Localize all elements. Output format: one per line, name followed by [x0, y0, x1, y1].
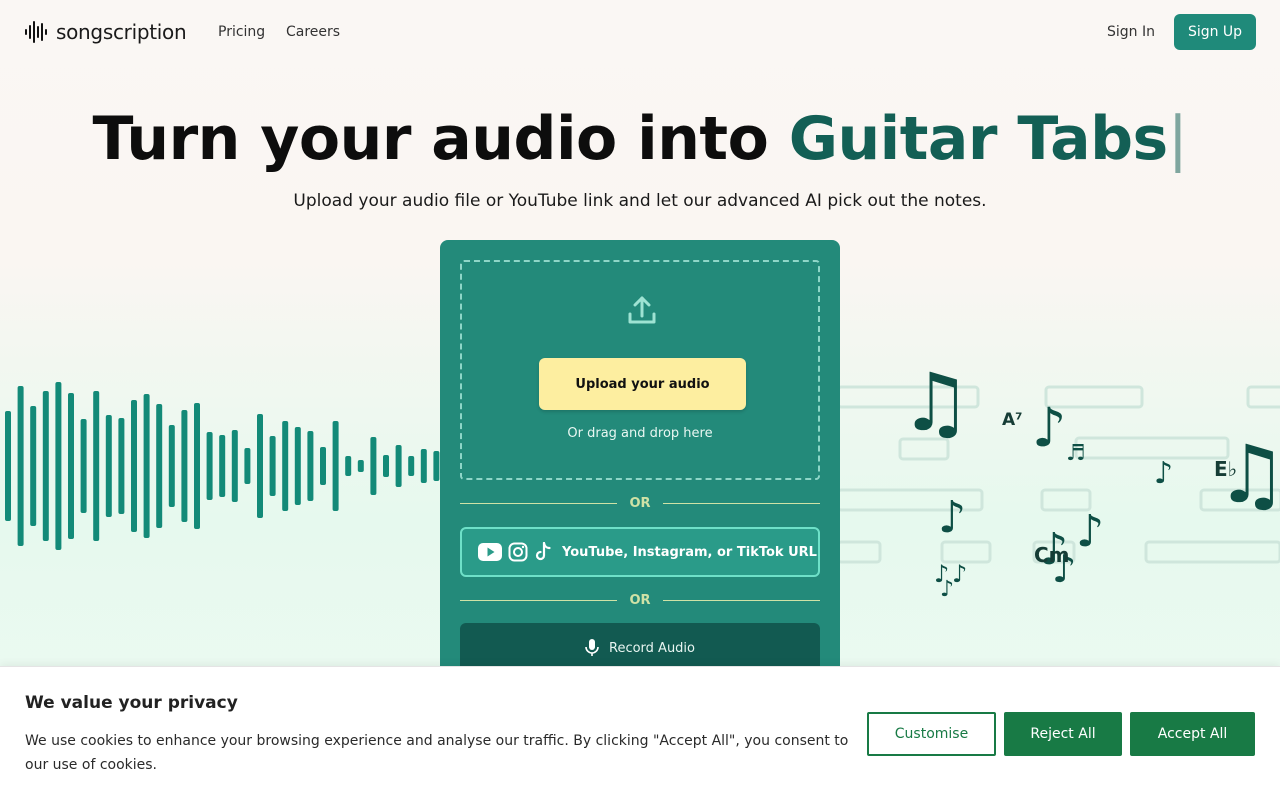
customise-button[interactable]: Customise — [867, 712, 996, 756]
typing-caret: | — [1167, 104, 1188, 174]
waveform-bar — [269, 436, 276, 496]
tab-bar-shape — [1074, 436, 1230, 460]
or-divider: OR — [460, 495, 820, 511]
waveform-bar — [168, 425, 175, 507]
waveform-bar — [383, 455, 389, 477]
cookie-consent-banner: We value your privacy We use cookies to … — [0, 666, 1280, 800]
or-label: OR — [629, 495, 651, 511]
waveform-bar — [320, 447, 326, 485]
instagram-icon — [508, 542, 528, 562]
waveform-bar — [345, 456, 352, 476]
tiktok-icon — [535, 542, 551, 561]
waveform-bar — [370, 437, 377, 495]
waveform-bar — [357, 460, 364, 472]
hero-title-main: Turn your audio into — [92, 104, 789, 174]
or-label: OR — [629, 592, 651, 608]
url-input[interactable]: YouTube, Instagram, or TikTok URL — [460, 527, 820, 577]
nav-link-pricing[interactable]: Pricing — [218, 24, 265, 40]
cookie-description: We use cookies to enhance your browsing … — [25, 733, 849, 773]
waveform-bar — [294, 427, 301, 505]
waveform-bar — [219, 435, 226, 497]
upload-icon — [628, 296, 656, 324]
waveform-bar — [55, 382, 62, 550]
chord-label: A⁷ — [1002, 410, 1023, 430]
music-notation-illustration: ♫ ♪ ♬ ♪ ♫ ♪ ♪ ♪ ♪ ♪ ♪ ♪ A⁷ E♭ Cm — [836, 356, 1280, 602]
eighth-note-icon: ♪ — [1032, 396, 1066, 459]
waveform-bar — [181, 410, 188, 522]
top-navigation: songscription Pricing Careers Sign In Si… — [0, 0, 1280, 64]
waveform-logo-icon — [25, 21, 47, 43]
eighth-note-icon: ♪ — [938, 492, 966, 543]
small-notes-icon: ♬ — [1066, 441, 1086, 466]
waveform-bar — [118, 418, 125, 514]
divider-line — [663, 599, 820, 601]
waveform-bar — [156, 404, 163, 528]
waveform-bar — [420, 449, 427, 483]
waveform-bar — [5, 411, 11, 521]
divider-line — [460, 599, 617, 601]
chord-label: E♭ — [1214, 457, 1237, 481]
divider-line — [460, 502, 617, 504]
youtube-icon — [478, 543, 502, 561]
waveform-bar — [68, 393, 74, 539]
waveform-bar — [282, 421, 289, 511]
eighth-note-icon: ♪ — [952, 560, 967, 588]
waveform-bar — [80, 419, 87, 513]
beamed-notes-icon: ♫ — [900, 356, 972, 449]
waveform-bar — [206, 432, 213, 500]
tab-bar-shape — [836, 540, 882, 564]
waveform-bar — [17, 386, 24, 546]
divider-line — [663, 502, 820, 504]
accept-all-button[interactable]: Accept All — [1130, 712, 1255, 756]
cookie-title: We value your privacy — [25, 693, 238, 713]
brand-logo[interactable]: songscription — [24, 20, 187, 44]
tab-bar-shape — [1144, 540, 1280, 564]
upload-audio-button[interactable]: Upload your audio — [539, 358, 746, 410]
eighth-note-icon: ♪ — [1154, 456, 1173, 491]
hero-title-accent: Guitar Tabs — [788, 104, 1169, 174]
waveform-bar — [231, 430, 238, 502]
waveform-bar — [131, 400, 137, 532]
waveform-bar — [307, 431, 314, 501]
eighth-note-icon: ♪ — [940, 577, 954, 602]
hero-subtitle: Upload your audio file or YouTube link a… — [293, 191, 987, 211]
or-divider: OR — [460, 592, 820, 608]
reject-all-button[interactable]: Reject All — [1004, 712, 1122, 756]
waveform-bar — [395, 445, 402, 487]
waveform-bar — [143, 394, 150, 538]
nav-link-careers[interactable]: Careers — [286, 24, 340, 40]
sign-in-link[interactable]: Sign In — [1107, 24, 1155, 40]
waveform-bar — [93, 391, 100, 541]
url-input-placeholder: YouTube, Instagram, or TikTok URL — [562, 544, 817, 560]
chord-label: Cm — [1034, 543, 1070, 567]
waveform-bar — [105, 415, 112, 517]
eighth-note-icon: ♪ — [1076, 506, 1104, 557]
waveform-bar — [257, 414, 263, 518]
sign-up-button[interactable]: Sign Up — [1174, 14, 1256, 50]
waveform-bar — [433, 451, 440, 481]
hero-title: Turn your audio into Guitar Tabs| — [0, 104, 1280, 174]
brand-name: songscription — [56, 20, 187, 44]
waveform-bar — [244, 448, 251, 484]
drop-zone[interactable]: Upload your audio Or drag and drop here — [460, 260, 820, 480]
tab-bar-shape — [1246, 385, 1280, 409]
waveform-bar — [408, 456, 415, 476]
waveform-bar — [30, 406, 37, 526]
waveform-bar — [194, 403, 200, 529]
drag-drop-hint: Or drag and drop here — [567, 426, 713, 441]
waveform-bar — [332, 421, 339, 511]
microphone-icon — [585, 639, 599, 656]
audio-waveform-illustration — [5, 382, 440, 550]
record-audio-label: Record Audio — [609, 640, 695, 656]
tab-bar-shape — [940, 540, 992, 564]
upload-card: Upload your audio Or drag and drop here … — [440, 240, 840, 680]
waveform-bar — [42, 391, 49, 541]
